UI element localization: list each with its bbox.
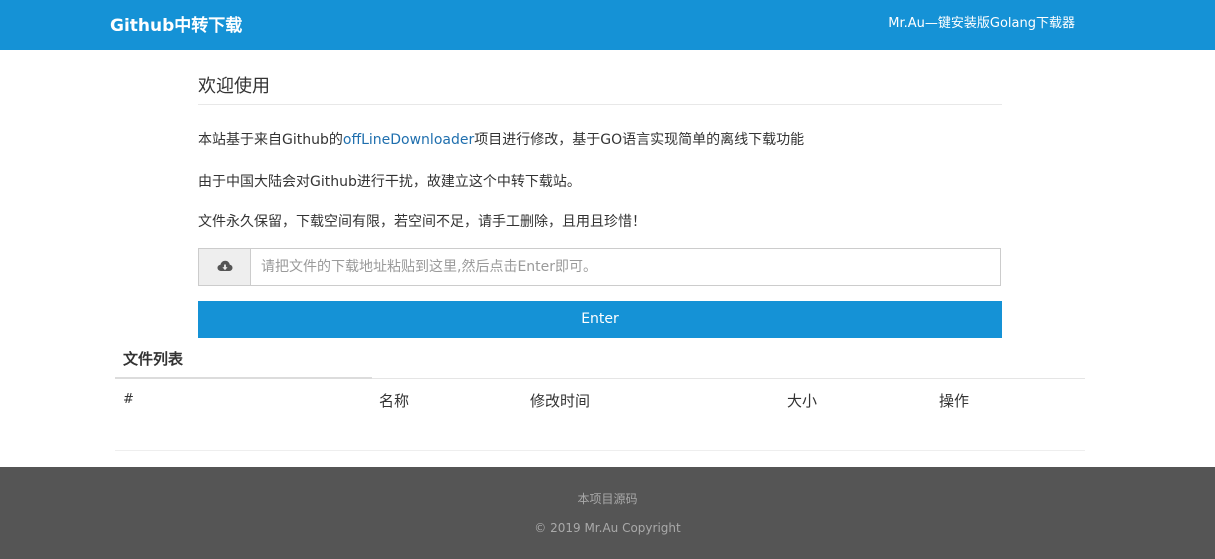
download-url-input[interactable] — [251, 249, 1000, 285]
column-header-index: # — [123, 392, 134, 407]
intro-line-1-prefix: 本站基于来自Github的 — [198, 132, 343, 148]
column-header-size: 大小 — [787, 392, 818, 410]
golang-downloader-link[interactable]: Mr.Au—键安装版Golang下载器 — [888, 0, 1075, 48]
enter-button[interactable]: Enter — [198, 301, 1002, 338]
file-list-tab-underline — [115, 377, 372, 379]
file-list-title: 文件列表 — [123, 350, 184, 368]
intro-line-1: 本站基于来自Github的offLineDownloader项目进行修改，基于G… — [198, 129, 804, 149]
column-header-modified-time: 修改时间 — [530, 392, 591, 410]
offline-downloader-link[interactable]: offLineDownloader — [343, 132, 474, 148]
download-url-group — [198, 248, 1001, 286]
column-header-name: 名称 — [379, 392, 410, 410]
intro-line-3: 文件永久保留，下载空间有限，若空间不足，请手工删除，且用且珍惜！ — [198, 214, 646, 230]
welcome-divider — [198, 104, 1002, 105]
intro-line-2: 由于中国大陆会对Github进行干扰，故建立这个中转下载站。 — [198, 174, 581, 190]
brand-link[interactable]: Github中转下载 — [110, 0, 242, 52]
copyright-text: © 2019 Mr.Au Copyright — [534, 521, 681, 535]
table-bottom-divider — [115, 450, 1085, 451]
cloud-download-icon — [199, 249, 251, 285]
column-header-actions: 操作 — [939, 392, 970, 410]
welcome-heading: 欢迎使用 — [198, 76, 270, 97]
page-footer: 本项目源码 © 2019 Mr.Au Copyright — [0, 467, 1215, 559]
intro-line-1-suffix: 项目进行修改，基于GO语言实现简单的离线下载功能 — [474, 132, 805, 148]
source-code-link[interactable]: 本项目源码 — [0, 490, 1215, 507]
top-navbar: Github中转下载 Mr.Au—键安装版Golang下载器 — [0, 0, 1215, 50]
